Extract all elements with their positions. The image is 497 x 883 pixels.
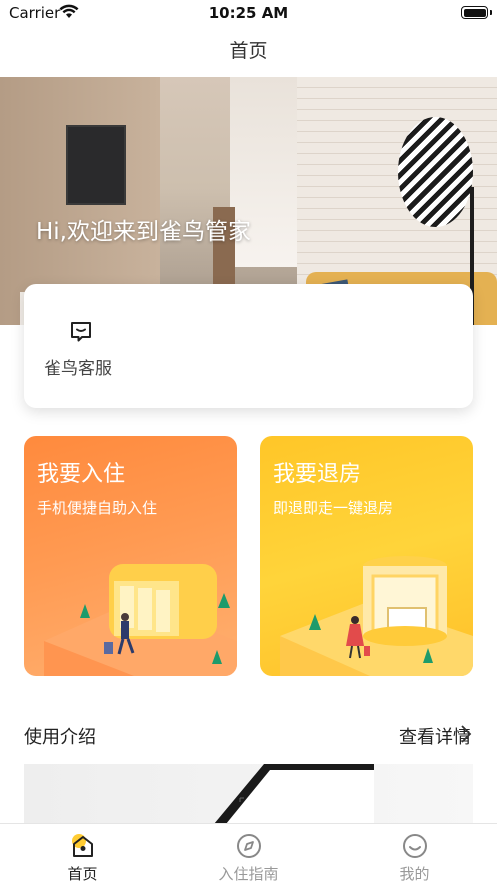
status-time: 10:25 AM [208, 4, 289, 22]
compass-icon [236, 834, 261, 858]
tab-home[interactable]: 首页 [0, 824, 165, 883]
check-out-card[interactable]: 我要退房 即退即走一键退房 [260, 436, 473, 676]
check-in-illustration [44, 564, 237, 676]
chevron-right-icon[interactable] [459, 724, 473, 744]
message-icon [71, 322, 91, 342]
tab-profile-label: 我的 [399, 865, 430, 883]
smile-icon [402, 834, 427, 858]
battery-icon [461, 6, 492, 19]
intro-image [24, 764, 473, 824]
hero-tv [66, 125, 126, 205]
check-in-subtitle: 手机便捷自助入住 [37, 499, 158, 517]
tab-profile[interactable]: 我的 [332, 824, 497, 883]
tab-bar: 首页 入住指南 我的 [0, 823, 497, 883]
check-out-subtitle: 即退即走一键退房 [273, 499, 394, 517]
phone-illustration [214, 764, 374, 824]
check-in-card[interactable]: 我要入住 手机便捷自助入住 [24, 436, 237, 676]
home-icon [71, 834, 93, 857]
hero-wall-art [398, 117, 473, 227]
page-title: 首页 [229, 40, 268, 62]
check-out-title: 我要退房 [273, 462, 362, 487]
intro-section-title: 使用介绍 [24, 727, 96, 748]
customer-service-label: 雀鸟客服 [44, 359, 112, 379]
status-bar: Carrier 10:25 AM [0, 0, 497, 26]
check-in-title: 我要入住 [37, 462, 126, 487]
tab-guide[interactable]: 入住指南 [166, 824, 331, 883]
tab-home-label: 首页 [67, 865, 98, 883]
customer-service-card[interactable]: 雀鸟客服 [24, 284, 473, 408]
hero-welcome-text: Hi,欢迎来到雀鸟管家 [36, 219, 251, 245]
check-out-illustration [280, 556, 473, 676]
tab-guide-label: 入住指南 [218, 865, 279, 883]
